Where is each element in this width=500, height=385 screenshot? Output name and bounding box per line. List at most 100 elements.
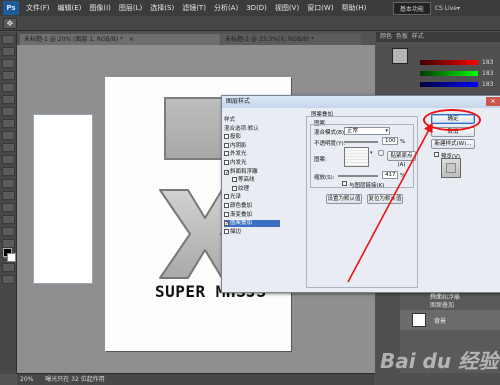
healing-tool-icon[interactable]: [2, 107, 15, 116]
style-list-label: 描边: [230, 228, 242, 235]
style-list-item[interactable]: 光泽: [224, 194, 241, 201]
dialog-title: 图层样式: [222, 96, 500, 108]
red-slider[interactable]: [420, 60, 478, 65]
arrow-icon: [347, 122, 433, 283]
menu-filter[interactable]: 滤镜(T): [178, 3, 210, 13]
style-checkbox[interactable]: [232, 185, 237, 191]
document-tab-label: 未标题-1 @ 20% (图层 1, RGB/8) *: [24, 36, 123, 43]
menu-3d[interactable]: 3D(D): [242, 4, 271, 12]
menu-analysis[interactable]: 分析(A): [210, 3, 242, 13]
tab-swatches[interactable]: 色板: [396, 33, 408, 40]
style-list-item[interactable]: 渐变叠加: [224, 211, 252, 219]
eyedropper-tool-icon[interactable]: [2, 95, 15, 104]
color-panel-tabs[interactable]: 颜色 色板 样式: [376, 32, 500, 42]
style-list-label: 图案叠加: [230, 220, 253, 227]
scale-label: 缩放(S):: [314, 175, 335, 181]
document-tab-2[interactable]: 未标题-2 @ 33.3%(X, RGB/8) *: [221, 34, 361, 45]
type-tool-icon[interactable]: [2, 215, 15, 224]
style-list-item[interactable]: 内阴影: [224, 142, 247, 150]
style-list-item[interactable]: 样式: [224, 117, 235, 124]
options-bar: ✥: [0, 16, 500, 31]
marquee-tool-icon[interactable]: [2, 47, 15, 56]
style-list-label: 颜色叠加: [230, 203, 253, 209]
blur-tool-icon[interactable]: [2, 179, 15, 188]
menu-help[interactable]: 帮助(H): [338, 3, 371, 13]
menu-edit[interactable]: 编辑(E): [54, 3, 86, 13]
move-tool-icon[interactable]: ✥: [3, 17, 17, 29]
style-checkbox[interactable]: [224, 228, 229, 234]
pen-tool-icon[interactable]: [2, 203, 15, 212]
pattern-label: 图案:: [314, 157, 327, 163]
style-list-item[interactable]: ✓斜面和浮雕: [224, 169, 258, 176]
style-checkbox[interactable]: [224, 203, 229, 208]
style-checkbox[interactable]: [224, 211, 229, 217]
photoshop-logo: Ps: [3, 1, 19, 15]
style-list: [33, 114, 93, 284]
style-list-item[interactable]: 等高线: [232, 177, 255, 184]
brush-tool-icon[interactable]: [2, 119, 15, 128]
style-checkbox[interactable]: [224, 160, 229, 165]
style-list-item[interactable]: ✓图案叠加: [224, 220, 280, 228]
style-checkbox[interactable]: [224, 142, 229, 148]
menu-image[interactable]: 图像(I): [85, 3, 115, 13]
style-list-label: 斜面和浮雕: [230, 168, 258, 175]
menu-window[interactable]: 窗口(W): [303, 3, 337, 13]
style-list-item[interactable]: 混合选项:默认: [224, 126, 259, 133]
style-list-item[interactable]: 内发光: [224, 160, 247, 167]
green-value[interactable]: 183: [482, 70, 493, 77]
stamp-tool-icon[interactable]: [2, 131, 15, 140]
menu-layer[interactable]: 图层(L): [115, 3, 146, 13]
style-checkbox[interactable]: ✓: [224, 169, 229, 175]
menu-file[interactable]: 文件(F): [22, 3, 54, 13]
style-list-label: 混合选项:默认: [224, 125, 259, 132]
menu-bar: Ps 文件(F) 编辑(E) 图像(I) 图层(L) 选择(S) 滤镜(T) 分…: [0, 0, 500, 16]
workspace-switcher[interactable]: 基本功能: [392, 1, 431, 15]
history-brush-tool-icon[interactable]: [2, 143, 15, 152]
lasso-tool-icon[interactable]: [2, 59, 15, 68]
green-slider[interactable]: [420, 71, 478, 76]
style-list-item[interactable]: 纹理: [232, 185, 249, 193]
style-list-item[interactable]: 描边: [224, 228, 242, 236]
shape-tool-icon[interactable]: [2, 239, 15, 248]
menu-select[interactable]: 选择(S): [146, 3, 178, 13]
layer-background[interactable]: 背景: [400, 310, 500, 330]
background-color-swatch[interactable]: [7, 253, 16, 262]
style-checkbox[interactable]: [224, 151, 229, 157]
close-icon[interactable]: ×: [129, 34, 134, 45]
zoom-level[interactable]: 20%: [20, 376, 33, 383]
gradient-tool-icon[interactable]: [2, 167, 15, 176]
path-select-tool-icon[interactable]: [2, 227, 15, 236]
style-list-item[interactable]: 投影: [224, 134, 241, 141]
crop-tool-icon[interactable]: [2, 83, 15, 92]
style-checkbox[interactable]: ✓: [224, 221, 229, 227]
style-list-item[interactable]: 颜色叠加: [224, 203, 252, 210]
style-list-label: 光泽: [230, 194, 242, 201]
dodge-tool-icon[interactable]: [2, 191, 15, 200]
color-sliders: 183 183 183: [420, 59, 496, 93]
hand-tool-icon[interactable]: [2, 263, 15, 272]
status-info: 曝光只在 32 位起作用: [45, 376, 105, 383]
tools-panel: [0, 32, 17, 374]
zoom-tool-icon[interactable]: [2, 275, 15, 284]
style-list-label: 样式: [224, 117, 236, 123]
layer-thumbnail: [412, 313, 426, 327]
document-tab[interactable]: 未标题-1 @ 20% (图层 1, RGB/8) * ×: [20, 34, 220, 45]
style-checkbox[interactable]: [232, 177, 237, 183]
blue-slider[interactable]: [420, 82, 478, 87]
tab-styles[interactable]: 样式: [412, 33, 424, 40]
menu-view[interactable]: 视图(V): [271, 3, 303, 13]
tab-color[interactable]: 颜色: [380, 33, 392, 40]
style-checkbox[interactable]: [224, 194, 229, 200]
move-tool-icon[interactable]: [2, 35, 15, 44]
layer-name: 背景: [434, 318, 447, 325]
blue-value[interactable]: 183: [482, 81, 493, 88]
cs-live-menu[interactable]: CS Live▾: [435, 5, 460, 12]
eraser-tool-icon[interactable]: [2, 155, 15, 164]
layer-pattern-row[interactable]: 图案叠加: [430, 300, 454, 309]
color-panel-swatch[interactable]: [392, 48, 408, 64]
style-checkbox[interactable]: [224, 134, 229, 140]
style-list-item[interactable]: 外发光: [224, 151, 247, 158]
red-value[interactable]: 183: [482, 59, 493, 66]
quick-select-tool-icon[interactable]: [2, 71, 15, 80]
close-icon[interactable]: ✕: [486, 97, 500, 106]
